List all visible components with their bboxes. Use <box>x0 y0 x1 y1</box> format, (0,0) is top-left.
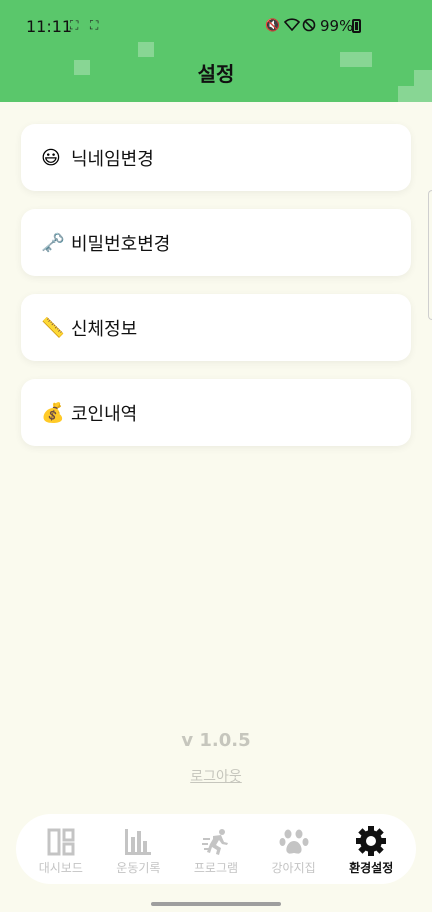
do-not-disturb-icon <box>302 18 316 35</box>
menu-item-nickname[interactable]: 😃 닉네임변경 <box>21 124 411 191</box>
menu-item-label: 코인내역 <box>71 403 138 425</box>
menu-item-label: 비밀번호변경 <box>71 233 171 255</box>
gear-icon <box>355 823 387 857</box>
menu-item-coin-history[interactable]: 💰 코인내역 <box>21 379 411 446</box>
mute-icon: 🔇 <box>265 18 280 32</box>
logout-link[interactable]: 로그아웃 <box>0 766 432 786</box>
edge-panel-handle[interactable] <box>428 190 432 320</box>
nav-label: 프로그램 <box>193 860 239 875</box>
status-bar: 11:11 ⛶ ⛶ 🔇 99% <box>0 0 432 52</box>
nav-item-dog-house[interactable]: 강아지집 <box>256 823 332 876</box>
nav-item-workout-log[interactable]: 운동기록 <box>100 823 176 876</box>
nav-item-dashboard[interactable]: 대시보드 <box>23 823 99 876</box>
menu-item-label: 신체정보 <box>71 318 138 340</box>
battery-percent: 99% <box>320 17 354 35</box>
home-indicator[interactable] <box>151 902 281 906</box>
menu-item-password[interactable]: 🗝️ 비밀번호변경 <box>21 209 411 276</box>
nav-label: 대시보드 <box>38 860 83 875</box>
nav-label: 강아지집 <box>271 860 316 875</box>
header-decor-pixel <box>398 86 432 102</box>
wifi-icon <box>283 18 301 34</box>
battery-icon <box>352 19 361 33</box>
smiley-icon: 😃 <box>41 146 61 169</box>
header-bar: 11:11 ⛶ ⛶ 🔇 99% 설정 <box>0 0 432 102</box>
screenshot-icon: ⛶ <box>70 18 79 32</box>
ruler-icon: 📏 <box>41 317 65 339</box>
menu-item-body-info[interactable]: 📏 신체정보 <box>21 294 411 361</box>
key-icon: 🗝️ <box>41 232 65 254</box>
nav-label: 환경설정 <box>349 860 394 875</box>
nav-label: 운동기록 <box>116 860 161 875</box>
app-version: v 1.0.5 <box>181 730 251 751</box>
screenshot-icon: ⛶ <box>90 18 99 32</box>
running-icon <box>201 823 231 857</box>
bottom-nav: 대시보드 운동기록 프로그램 강아지집 환경설정 <box>16 814 416 884</box>
money-bag-icon: 💰 <box>41 402 65 424</box>
dashboard-icon <box>46 823 76 857</box>
paw-icon <box>279 823 309 857</box>
page-title: 설정 <box>197 62 235 86</box>
menu-item-label: 닉네임변경 <box>71 148 154 170</box>
nav-item-settings[interactable]: 환경설정 <box>333 823 409 876</box>
bar-chart-icon <box>123 823 153 857</box>
nav-item-program[interactable]: 프로그램 <box>178 823 254 876</box>
status-time: 11:11 <box>26 17 73 36</box>
